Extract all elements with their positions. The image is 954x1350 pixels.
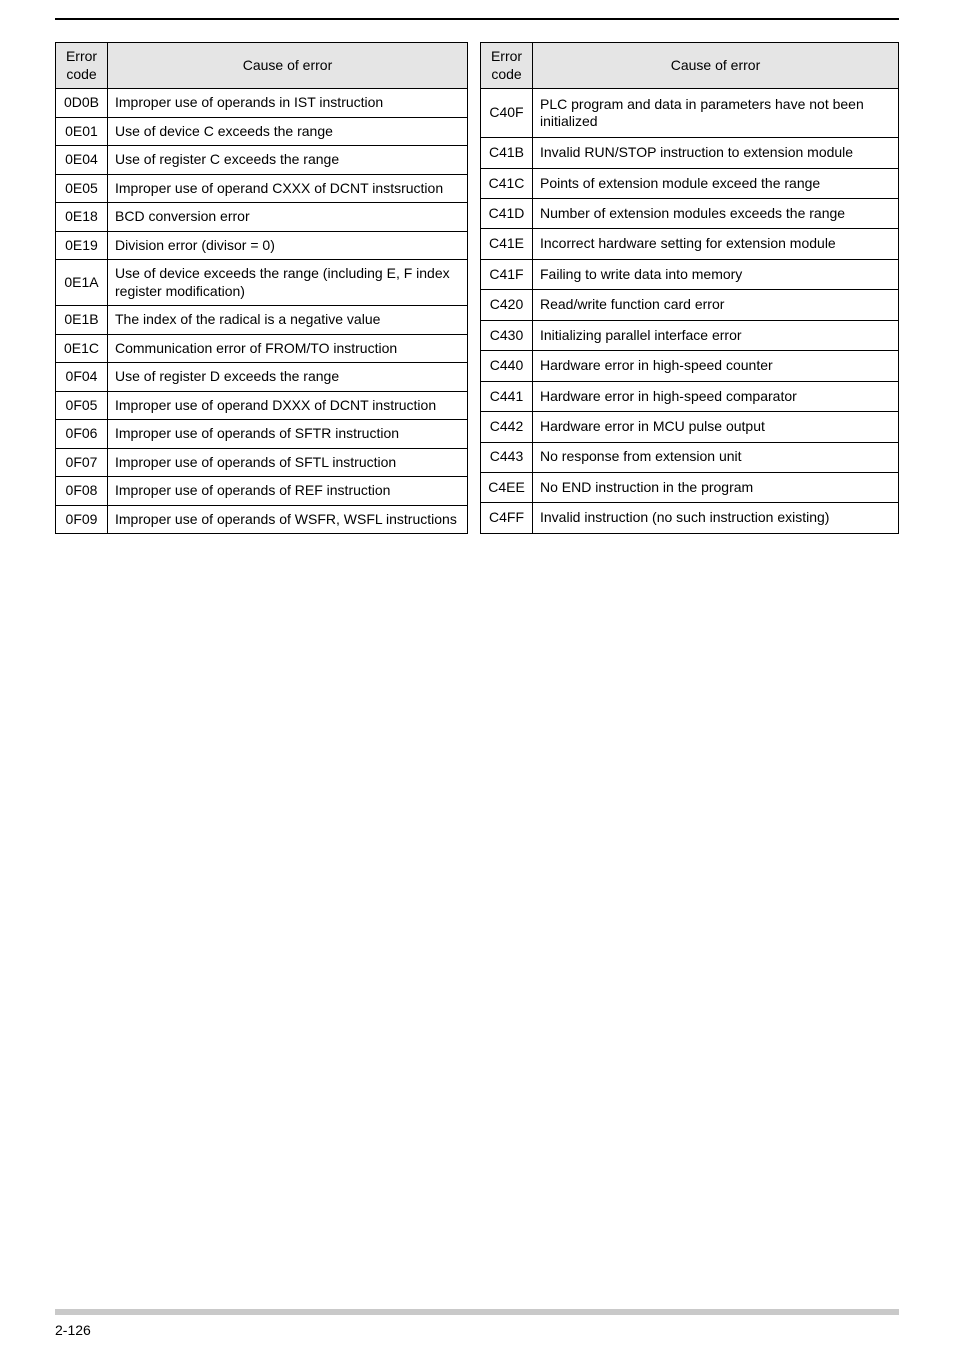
error-code-cell: C41D: [481, 199, 533, 229]
error-code-cell: C420: [481, 290, 533, 320]
error-cause-cell: Improper use of operands of SFTL instruc…: [108, 448, 468, 477]
error-cause-cell: Initializing parallel interface error: [533, 320, 899, 350]
error-cause-cell: Improper use of operands of SFTR instruc…: [108, 420, 468, 449]
error-cause-cell: No response from extension unit: [533, 442, 899, 472]
error-cause-cell: Hardware error in MCU pulse output: [533, 412, 899, 442]
error-code-cell: C4EE: [481, 472, 533, 502]
error-code-cell: C41C: [481, 168, 533, 198]
error-cause-cell: Use of register C exceeds the range: [108, 146, 468, 175]
error-code-cell: 0F08: [56, 477, 108, 506]
error-cause-cell: Read/write function card error: [533, 290, 899, 320]
error-cause-cell: Improper use of operand CXXX of DCNT ins…: [108, 174, 468, 203]
table-row: 0F08Improper use of operands of REF inst…: [56, 477, 468, 506]
table-row: C420Read/write function card error: [481, 290, 899, 320]
error-cause-cell: Invalid instruction (no such instruction…: [533, 503, 899, 534]
error-code-cell: C40F: [481, 89, 533, 138]
error-cause-cell: Improper use of operands in IST instruct…: [108, 89, 468, 118]
table-row: 0E18BCD conversion error: [56, 203, 468, 232]
table-row: 0E01Use of device C exceeds the range: [56, 117, 468, 146]
table-row: 0E05Improper use of operand CXXX of DCNT…: [56, 174, 468, 203]
error-cause-cell: Improper use of operands of WSFR, WSFL i…: [108, 505, 468, 534]
error-code-cell: 0E1B: [56, 306, 108, 335]
error-code-cell: 0F09: [56, 505, 108, 534]
table-row: C41FFailing to write data into memory: [481, 259, 899, 289]
error-code-cell: C41E: [481, 229, 533, 259]
error-cause-cell: Points of extension module exceed the ra…: [533, 168, 899, 198]
header-error-code: Error code: [481, 43, 533, 89]
table-row: 0E19Division error (divisor = 0): [56, 231, 468, 260]
error-cause-cell: The index of the radical is a negative v…: [108, 306, 468, 335]
error-code-cell: C441: [481, 381, 533, 411]
table-row: C442Hardware error in MCU pulse output: [481, 412, 899, 442]
table-row: C430Initializing parallel interface erro…: [481, 320, 899, 350]
error-cause-cell: Number of extension modules exceeds the …: [533, 199, 899, 229]
error-cause-cell: Division error (divisor = 0): [108, 231, 468, 260]
table-row: C443No response from extension unit: [481, 442, 899, 472]
top-rule: [55, 18, 899, 20]
table-row: 0F05Improper use of operand DXXX of DCNT…: [56, 391, 468, 420]
table-row: 0D0BImproper use of operands in IST inst…: [56, 89, 468, 118]
error-cause-cell: Invalid RUN/STOP instruction to extensio…: [533, 138, 899, 168]
table-row: C41CPoints of extension module exceed th…: [481, 168, 899, 198]
footer-divider: [55, 1309, 899, 1315]
header-cause: Cause of error: [108, 43, 468, 89]
table-row: 0F07Improper use of operands of SFTL ins…: [56, 448, 468, 477]
error-code-cell: C440: [481, 351, 533, 381]
error-cause-cell: Communication error of FROM/TO instructi…: [108, 334, 468, 363]
error-cause-cell: Use of device exceeds the range (includi…: [108, 260, 468, 306]
error-code-cell: C4FF: [481, 503, 533, 534]
table-row: C40FPLC program and data in parameters h…: [481, 89, 899, 138]
table-row: C4FFInvalid instruction (no such instruc…: [481, 503, 899, 534]
table-row: 0E1BThe index of the radical is a negati…: [56, 306, 468, 335]
error-code-cell: 0E01: [56, 117, 108, 146]
error-cause-cell: Hardware error in high-speed comparator: [533, 381, 899, 411]
error-code-cell: 0F06: [56, 420, 108, 449]
page-number: 2-126: [55, 1322, 91, 1338]
error-code-cell: 0F07: [56, 448, 108, 477]
error-code-cell: C41F: [481, 259, 533, 289]
error-cause-cell: PLC program and data in parameters have …: [533, 89, 899, 138]
table-row: 0E1CCommunication error of FROM/TO instr…: [56, 334, 468, 363]
error-cause-cell: Use of register D exceeds the range: [108, 363, 468, 392]
table-row: C441Hardware error in high-speed compara…: [481, 381, 899, 411]
error-cause-cell: Failing to write data into memory: [533, 259, 899, 289]
error-code-cell: 0F04: [56, 363, 108, 392]
table-row: 0F06Improper use of operands of SFTR ins…: [56, 420, 468, 449]
table-row: 0F04Use of register D exceeds the range: [56, 363, 468, 392]
error-cause-cell: Hardware error in high-speed counter: [533, 351, 899, 381]
table-header-row: Error code Cause of error: [56, 43, 468, 89]
error-cause-cell: Use of device C exceeds the range: [108, 117, 468, 146]
header-error-code: Error code: [56, 43, 108, 89]
error-code-cell: 0E19: [56, 231, 108, 260]
table-header-row: Error code Cause of error: [481, 43, 899, 89]
error-cause-cell: No END instruction in the program: [533, 472, 899, 502]
table-row: C41EIncorrect hardware setting for exten…: [481, 229, 899, 259]
error-code-cell: 0E1A: [56, 260, 108, 306]
error-cause-cell: Incorrect hardware setting for extension…: [533, 229, 899, 259]
error-cause-cell: Improper use of operand DXXX of DCNT ins…: [108, 391, 468, 420]
error-code-cell: C443: [481, 442, 533, 472]
header-cause: Cause of error: [533, 43, 899, 89]
table-row: 0F09Improper use of operands of WSFR, WS…: [56, 505, 468, 534]
error-table-right: Error code Cause of error C40FPLC progra…: [480, 42, 899, 534]
table-row: 0E1AUse of device exceeds the range (inc…: [56, 260, 468, 306]
error-code-cell: 0E1C: [56, 334, 108, 363]
error-table-left: Error code Cause of error 0D0BImproper u…: [55, 42, 468, 534]
table-row: C4EENo END instruction in the program: [481, 472, 899, 502]
table-row: C41BInvalid RUN/STOP instruction to exte…: [481, 138, 899, 168]
table-row: C440Hardware error in high-speed counter: [481, 351, 899, 381]
error-cause-cell: Improper use of operands of REF instruct…: [108, 477, 468, 506]
content-area: Error code Cause of error 0D0BImproper u…: [55, 42, 899, 534]
error-code-cell: 0E05: [56, 174, 108, 203]
error-code-cell: 0D0B: [56, 89, 108, 118]
error-code-cell: 0F05: [56, 391, 108, 420]
table-row: C41DNumber of extension modules exceeds …: [481, 199, 899, 229]
error-cause-cell: BCD conversion error: [108, 203, 468, 232]
error-code-cell: 0E04: [56, 146, 108, 175]
error-code-cell: C430: [481, 320, 533, 350]
error-code-cell: C442: [481, 412, 533, 442]
error-code-cell: 0E18: [56, 203, 108, 232]
table-row: 0E04Use of register C exceeds the range: [56, 146, 468, 175]
error-code-cell: C41B: [481, 138, 533, 168]
